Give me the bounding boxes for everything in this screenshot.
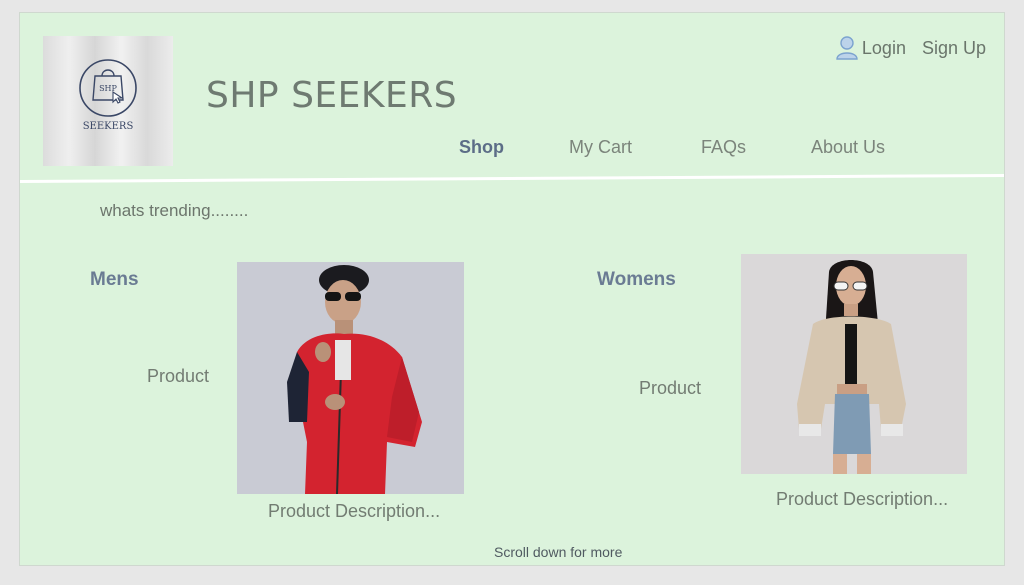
auth-links: Login Sign Up — [836, 36, 986, 60]
nav-faqs[interactable]: FAQs — [701, 137, 811, 158]
cursor-icon — [112, 90, 124, 104]
main-nav: Shop My Cart FAQs About Us — [459, 137, 931, 158]
login-link[interactable]: Login — [836, 36, 906, 60]
scroll-hint: Scroll down for more — [494, 544, 623, 560]
site-title: SHP SEEKERS — [206, 75, 458, 116]
womens-product-description: Product Description... — [776, 489, 949, 509]
signup-link[interactable]: Sign Up — [922, 38, 986, 59]
mens-section-label[interactable]: Mens — [90, 269, 139, 291]
womens-product-photo — [741, 254, 967, 474]
womens-section-label[interactable]: Womens — [597, 269, 676, 291]
trending-heading: whats trending........ — [100, 201, 249, 220]
logo-emblem: SHP SEEKERS — [79, 59, 137, 132]
header-divider — [20, 173, 1004, 183]
nav-about-us[interactable]: About Us — [811, 137, 931, 158]
mens-product-image[interactable] — [237, 262, 464, 494]
womens-product-image[interactable] — [741, 254, 967, 474]
logo-text-bottom: SEEKERS — [83, 121, 134, 132]
login-label: Login — [861, 37, 906, 58]
logo-text-top: SHP — [99, 84, 117, 93]
logo[interactable]: SHP SEEKERS — [43, 36, 173, 166]
nav-shop[interactable]: Shop — [459, 137, 569, 158]
nav-my-cart[interactable]: My Cart — [569, 137, 701, 158]
mens-product-description: Product Description... — [268, 501, 441, 521]
user-icon — [836, 36, 858, 60]
womens-product-label: Product — [639, 378, 702, 398]
app-frame: SHP SEEKERS SHP SEEKERS Login Sign Up Sh… — [19, 12, 1005, 566]
mens-product-label: Product — [147, 366, 210, 386]
mens-product-photo — [237, 262, 464, 494]
